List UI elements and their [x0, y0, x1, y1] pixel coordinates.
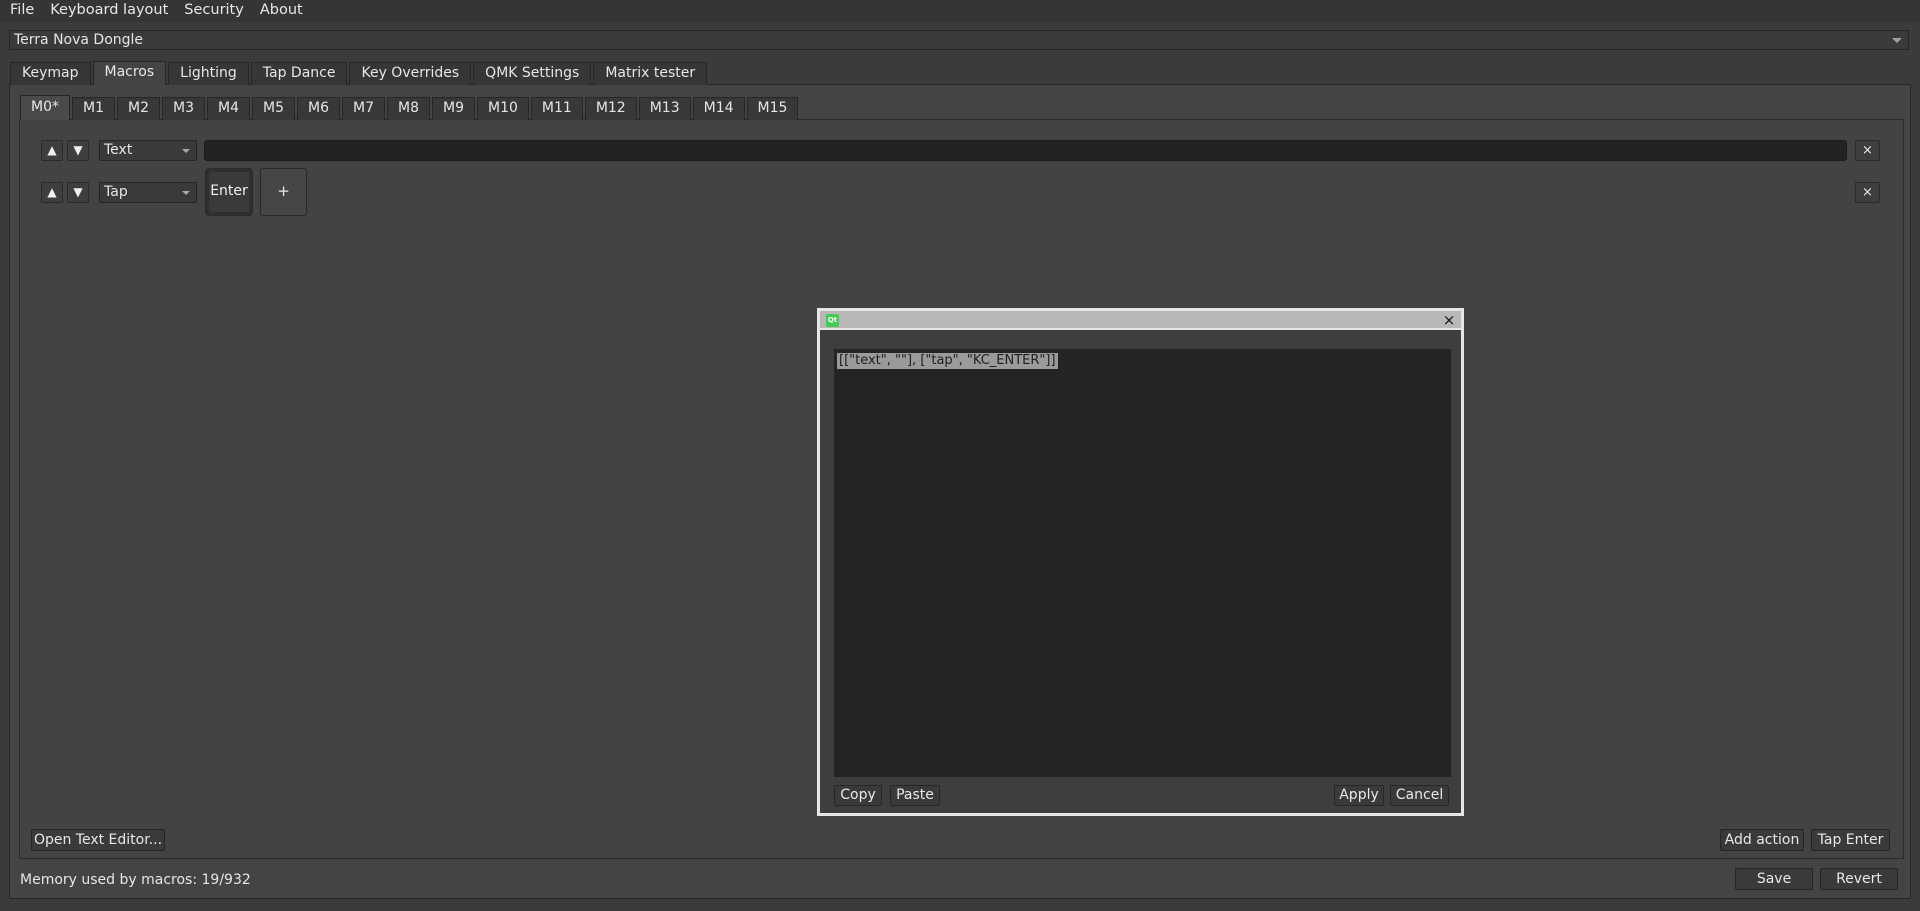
main-tabbar: Keymap Macros Lighting Tap Dance Key Ove… — [10, 61, 709, 85]
tab-matrix-tester[interactable]: Matrix tester — [593, 62, 708, 85]
memory-status: Memory used by macros: 19/932 — [20, 872, 251, 888]
action-type-select[interactable]: Text — [99, 140, 197, 161]
copy-button[interactable]: Copy — [834, 785, 882, 806]
macro-tab-m12[interactable]: M12 — [584, 97, 637, 120]
dialog-titlebar[interactable]: Qt × — [820, 311, 1461, 330]
close-icon[interactable]: × — [1441, 311, 1457, 330]
macro-tab-m2[interactable]: M2 — [117, 97, 160, 120]
move-up-button[interactable]: ▲ — [41, 140, 63, 161]
dialog-body: Qt × [["text", ""], ["tap", "KC_ENTER"]]… — [820, 311, 1461, 813]
move-down-button[interactable]: ▼ — [67, 182, 89, 203]
tab-key-overrides[interactable]: Key Overrides — [349, 62, 472, 85]
chevron-down-icon — [182, 191, 190, 195]
menu-security[interactable]: Security — [176, 0, 252, 22]
text-action-input[interactable] — [204, 140, 1847, 161]
move-up-button[interactable]: ▲ — [41, 182, 63, 203]
cancel-button[interactable]: Cancel — [1390, 785, 1449, 806]
macro-tab-m1[interactable]: M1 — [72, 97, 115, 120]
editor-content: [["text", ""], ["tap", "KC_ENTER"]] — [837, 353, 1058, 369]
tab-macros[interactable]: Macros — [92, 61, 167, 85]
macro-tab-m3[interactable]: M3 — [162, 97, 205, 120]
macro-tab-m0[interactable]: M0* — [20, 95, 70, 120]
move-down-button[interactable]: ▼ — [67, 140, 89, 161]
menu-file[interactable]: File — [0, 0, 42, 22]
chevron-down-icon — [182, 149, 190, 153]
qt-logo-icon: Qt — [826, 314, 839, 327]
macro-tab-m7[interactable]: M7 — [342, 97, 385, 120]
macro-tab-m13[interactable]: M13 — [638, 97, 691, 120]
text-editor-dialog: Qt × [["text", ""], ["tap", "KC_ENTER"]]… — [817, 308, 1464, 816]
action-type-value: Tap — [104, 184, 128, 200]
macro-tabbar: M0* M1 M2 M3 M4 M5 M6 M7 M8 M9 M10 M11 M… — [20, 95, 800, 120]
save-button[interactable]: Save — [1735, 868, 1813, 890]
apply-button[interactable]: Apply — [1334, 785, 1384, 806]
tab-qmk-settings[interactable]: QMK Settings — [473, 62, 592, 85]
macro-tab-m8[interactable]: M8 — [387, 97, 430, 120]
chevron-down-icon — [1892, 38, 1902, 43]
device-select-value: Terra Nova Dongle — [14, 32, 144, 48]
key-enter[interactable]: Enter — [205, 168, 253, 216]
macro-tab-m14[interactable]: M14 — [692, 97, 745, 120]
revert-button[interactable]: Revert — [1820, 868, 1898, 890]
macro-tab-m4[interactable]: M4 — [207, 97, 250, 120]
remove-action-button[interactable]: × — [1855, 140, 1880, 161]
action-type-value: Text — [104, 142, 133, 158]
tab-keymap[interactable]: Keymap — [10, 62, 91, 85]
action-type-select[interactable]: Tap — [99, 182, 197, 203]
macro-tab-m6[interactable]: M6 — [297, 97, 340, 120]
device-select[interactable]: Terra Nova Dongle — [9, 30, 1909, 50]
menu-bar: File Keyboard layout Security About — [0, 0, 1920, 22]
add-key-button[interactable]: + — [260, 168, 307, 216]
add-action-button[interactable]: Add action — [1720, 829, 1804, 851]
menu-keyboard-layout[interactable]: Keyboard layout — [42, 0, 176, 22]
tap-enter-button[interactable]: Tap Enter — [1811, 829, 1890, 851]
macro-tab-m15[interactable]: M15 — [746, 97, 799, 120]
macro-text-editor[interactable]: [["text", ""], ["tap", "KC_ENTER"]] — [834, 349, 1451, 777]
menu-about[interactable]: About — [252, 0, 311, 22]
macro-tab-m9[interactable]: M9 — [432, 97, 475, 120]
tab-lighting[interactable]: Lighting — [168, 62, 249, 85]
macro-tab-m10[interactable]: M10 — [477, 97, 529, 120]
paste-button[interactable]: Paste — [890, 785, 940, 806]
macro-tab-m5[interactable]: M5 — [252, 97, 295, 120]
macro-tab-m11[interactable]: M11 — [530, 97, 583, 120]
open-text-editor-button[interactable]: Open Text Editor... — [31, 829, 165, 851]
remove-action-button[interactable]: × — [1855, 182, 1880, 203]
tab-tap-dance[interactable]: Tap Dance — [250, 62, 348, 85]
